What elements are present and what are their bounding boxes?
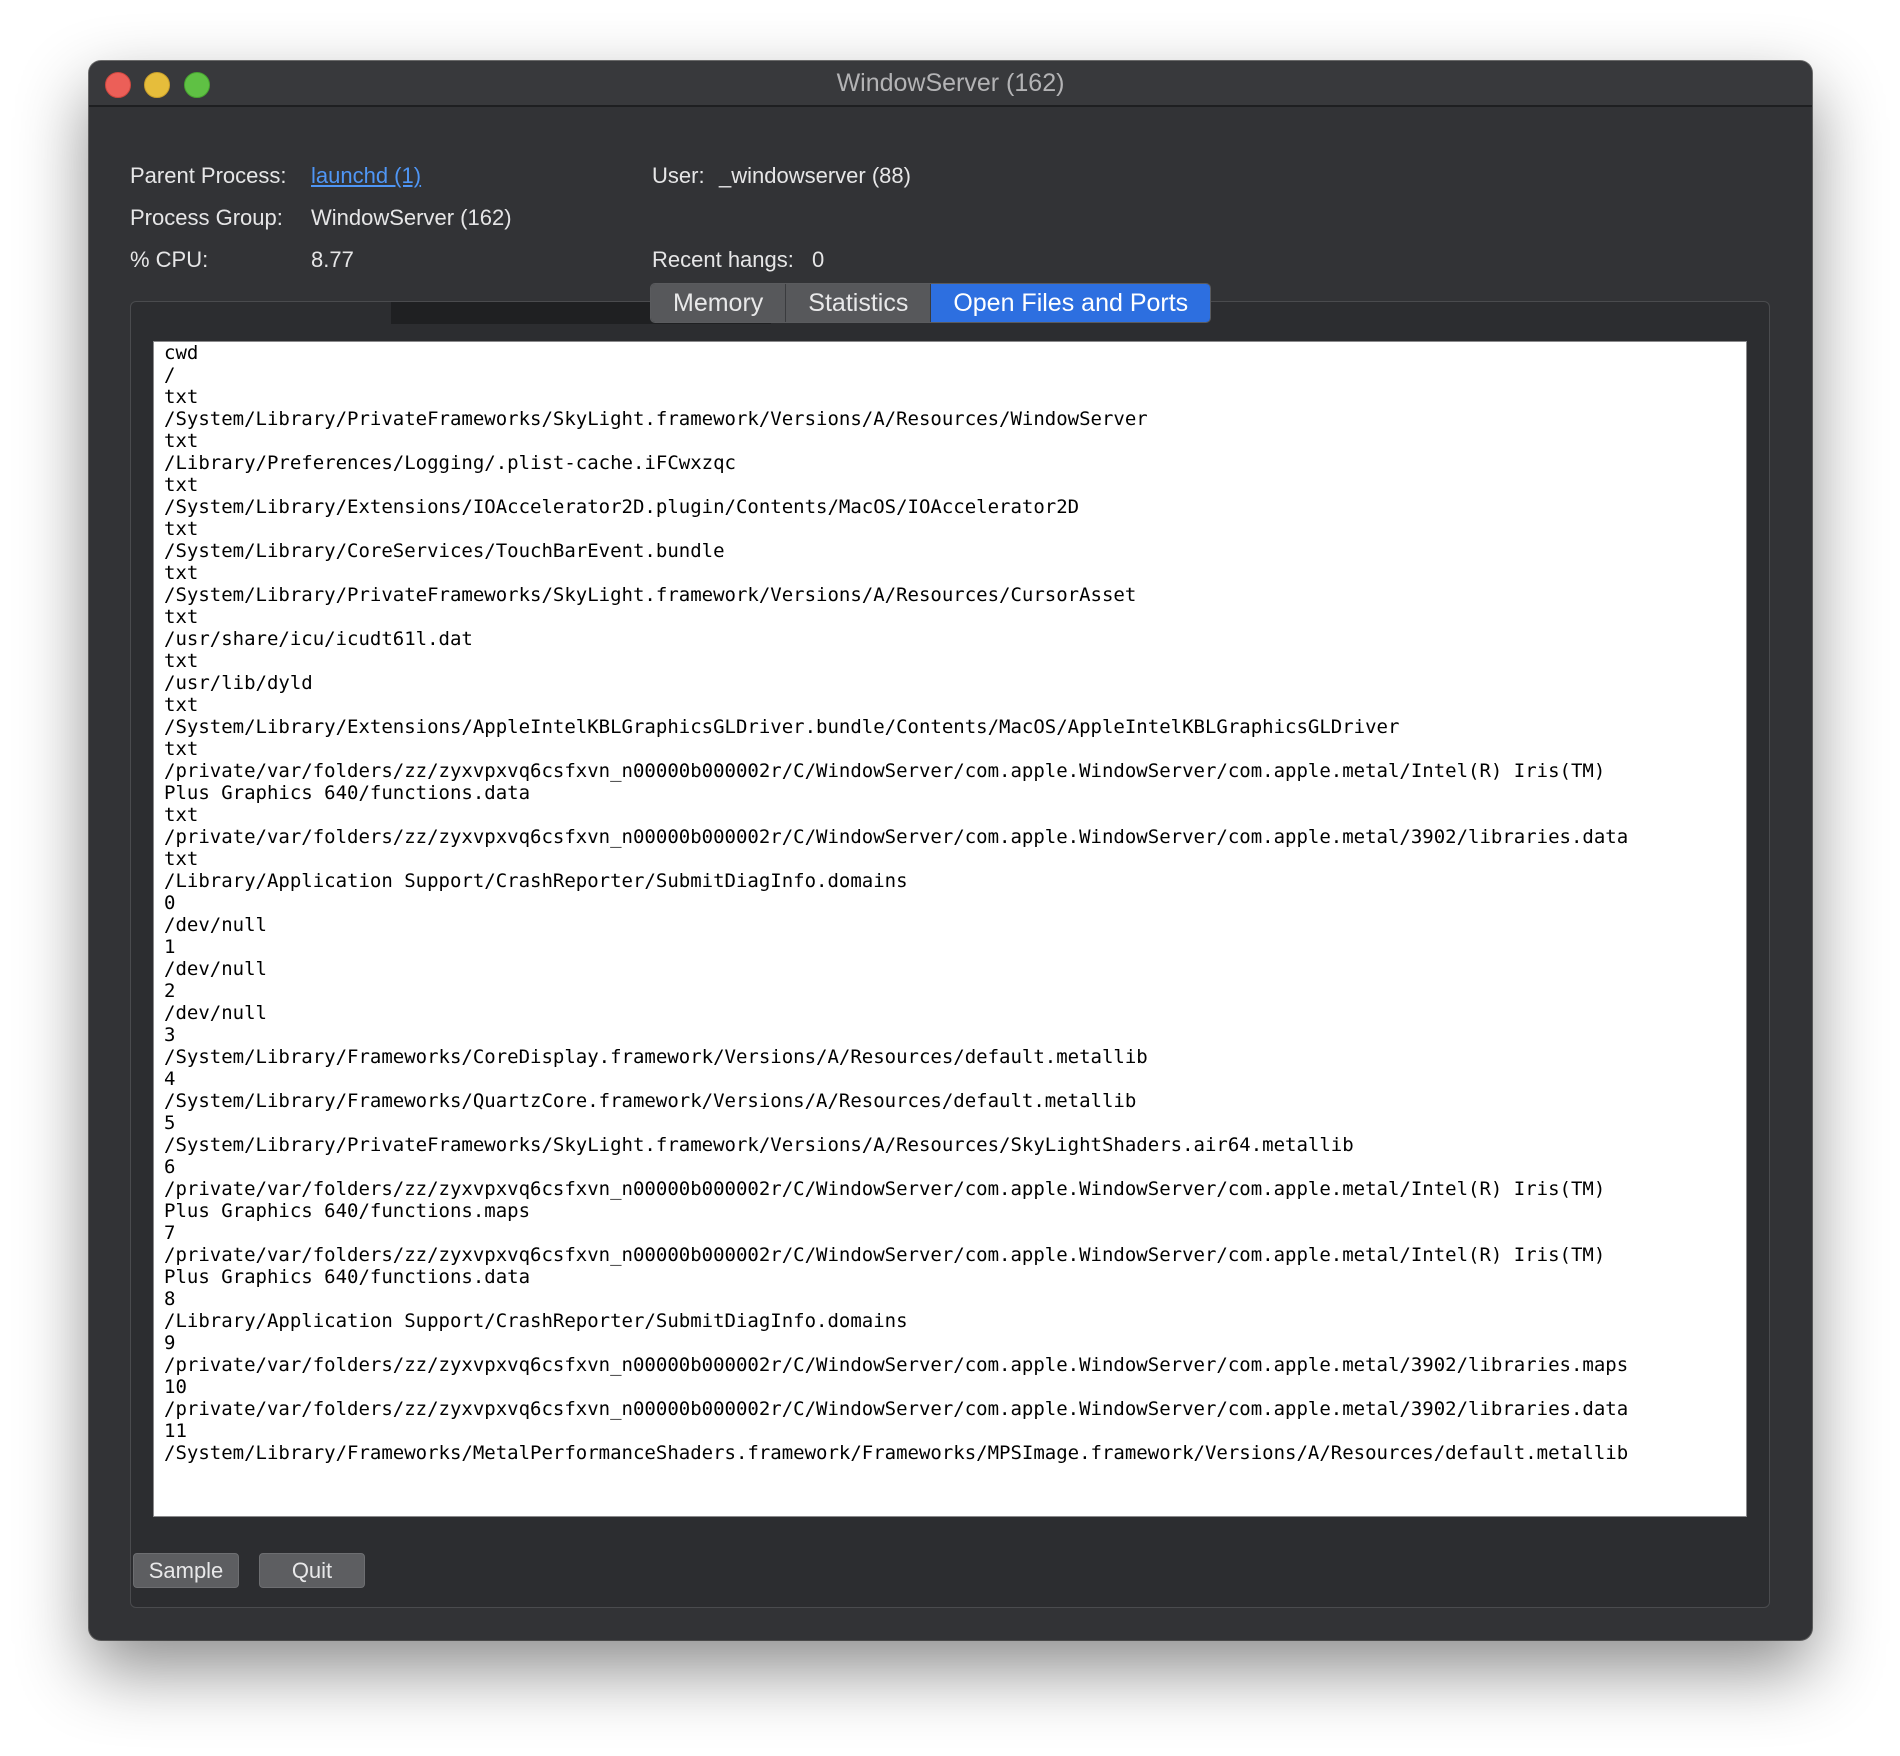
sample-button[interactable]: Sample — [133, 1553, 239, 1588]
user-value: _windowserver (88) — [719, 163, 911, 188]
parent-process-link[interactable]: launchd (1) — [311, 161, 421, 191]
recent-hangs-value: 0 — [812, 247, 825, 272]
parent-process-label: Parent Process: — [130, 163, 287, 188]
tab-open-files-and-ports[interactable]: Open Files and Ports — [931, 284, 1211, 322]
tab-statistics[interactable]: Statistics — [786, 284, 932, 322]
open-files-text-view[interactable]: cwd / txt /System/Library/PrivateFramewo… — [153, 341, 1747, 1517]
process-group-value: WindowServer (162) — [311, 205, 512, 230]
process-inspector-window: WindowServer (162) Parent Process: launc… — [89, 61, 1812, 1640]
tab-bar: Memory Statistics Open Files and Ports — [650, 283, 1212, 323]
cpu-value: 8.77 — [311, 247, 354, 272]
open-files-list: cwd / txt /System/Library/PrivateFramewo… — [164, 342, 1629, 1464]
user-label: User: — [652, 163, 705, 188]
window-title: WindowServer (162) — [836, 69, 1065, 97]
tab-memory[interactable]: Memory — [651, 284, 787, 322]
cpu-label: % CPU: — [130, 247, 209, 272]
quit-button[interactable]: Quit — [259, 1553, 365, 1588]
title-bar[interactable]: WindowServer (162) — [89, 61, 1812, 107]
process-group-label: Process Group: — [130, 205, 283, 230]
recent-hangs-label: Recent hangs: — [652, 247, 794, 272]
